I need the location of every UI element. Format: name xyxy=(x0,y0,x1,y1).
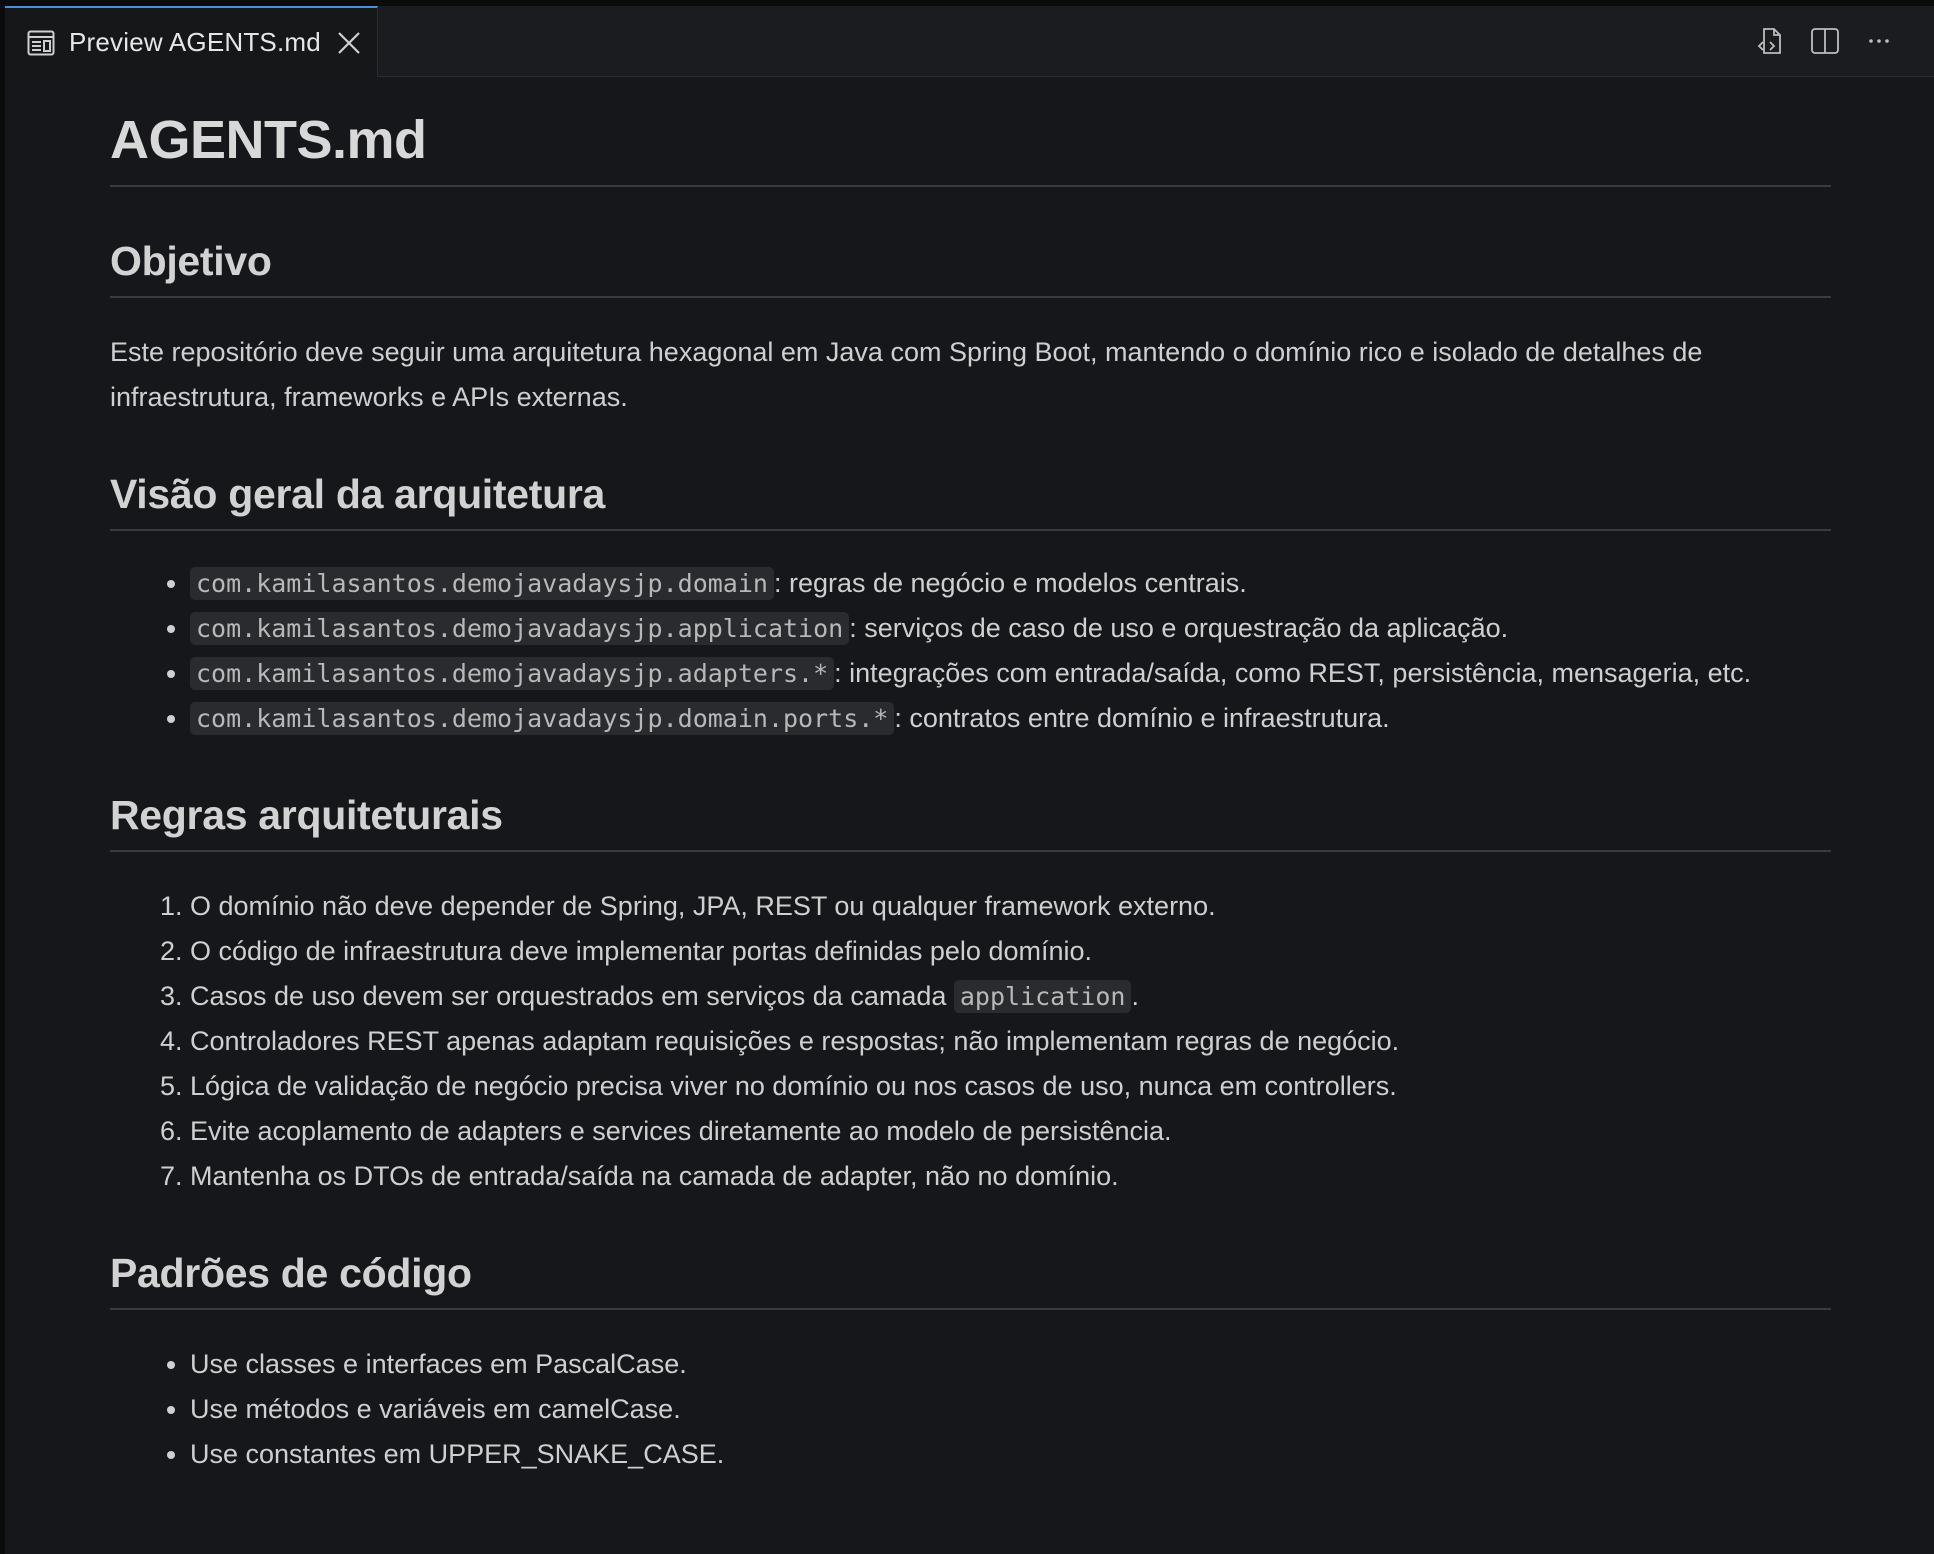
list-item: Use constantes em UPPER_SNAKE_CASE. xyxy=(190,1432,1831,1477)
editor-window: Preview AGENTS.md AGENTS.md Objetivo Est… xyxy=(0,0,1934,1554)
split-editor-icon[interactable] xyxy=(1810,26,1840,56)
inline-code: com.kamilasantos.demojavadaysjp.domain xyxy=(190,567,774,600)
close-icon[interactable] xyxy=(335,29,363,57)
list-item: Controladores REST apenas adaptam requis… xyxy=(190,1019,1831,1064)
editor-actions xyxy=(1756,26,1894,56)
list-item: com.kamilasantos.demojavadaysjp.adapters… xyxy=(190,651,1831,696)
list-item: Use classes e interfaces em PascalCase. xyxy=(190,1342,1831,1387)
list-item: O código de infraestrutura deve implemen… xyxy=(190,929,1831,974)
paragraph-objetivo: Este repositório deve seguir uma arquite… xyxy=(110,337,1703,412)
markdown-preview: AGENTS.md Objetivo Este repositório deve… xyxy=(110,77,1831,1477)
list-item: Mantenha os DTOs de entrada/saída na cam… xyxy=(190,1154,1831,1199)
list-item: Evite acoplamento de adapters e services… xyxy=(190,1109,1831,1154)
list-item: Casos de uso devem ser orquestrados em s… xyxy=(190,974,1831,1019)
tab-label: Preview AGENTS.md xyxy=(69,27,321,57)
more-actions-icon[interactable] xyxy=(1864,26,1894,56)
doc-title: AGENTS.md xyxy=(110,77,1831,187)
preview-icon xyxy=(27,30,55,56)
list-item-text: . xyxy=(1131,981,1139,1011)
heading-padroes: Padrões de código xyxy=(110,1253,1831,1310)
list-item: O domínio não deve depender de Spring, J… xyxy=(190,884,1831,929)
open-source-icon[interactable] xyxy=(1756,26,1786,56)
list-item: Use métodos e variáveis em camelCase. xyxy=(190,1387,1831,1432)
list-item: Lógica de validação de negócio precisa v… xyxy=(190,1064,1831,1109)
list-item-text: : integrações com entrada/saída, como RE… xyxy=(834,658,1752,688)
heading-regras: Regras arquiteturais xyxy=(110,795,1831,852)
inline-code: com.kamilasantos.demojavadaysjp.domain.p… xyxy=(190,702,895,735)
tab-preview-agents[interactable]: Preview AGENTS.md xyxy=(5,6,378,77)
list-item-text: : contratos entre domínio e infraestrutu… xyxy=(894,703,1390,733)
list-item: com.kamilasantos.demojavadaysjp.domain: … xyxy=(190,561,1831,606)
list-item: com.kamilasantos.demojavadaysjp.domain.p… xyxy=(190,696,1831,741)
tab-bar: Preview AGENTS.md xyxy=(5,6,1934,77)
heading-visao-geral: Visão geral da arquitetura xyxy=(110,474,1831,531)
list-visao-geral: com.kamilasantos.demojavadaysjp.domain: … xyxy=(110,561,1831,741)
list-padroes: Use classes e interfaces em PascalCase. … xyxy=(110,1342,1831,1477)
inline-code: com.kamilasantos.demojavadaysjp.adapters… xyxy=(190,657,835,690)
list-item-text: Casos de uso devem ser orquestrados em s… xyxy=(190,981,954,1011)
list-item-text: : regras de negócio e modelos centrais. xyxy=(773,568,1247,598)
heading-objetivo: Objetivo xyxy=(110,241,1831,298)
list-item: com.kamilasantos.demojavadaysjp.applicat… xyxy=(190,606,1831,651)
list-item-text: : serviços de caso de uso e orquestração… xyxy=(849,613,1509,643)
list-regras: O domínio não deve depender de Spring, J… xyxy=(110,884,1831,1199)
inline-code: com.kamilasantos.demojavadaysjp.applicat… xyxy=(190,612,850,645)
inline-code: application xyxy=(953,980,1132,1013)
